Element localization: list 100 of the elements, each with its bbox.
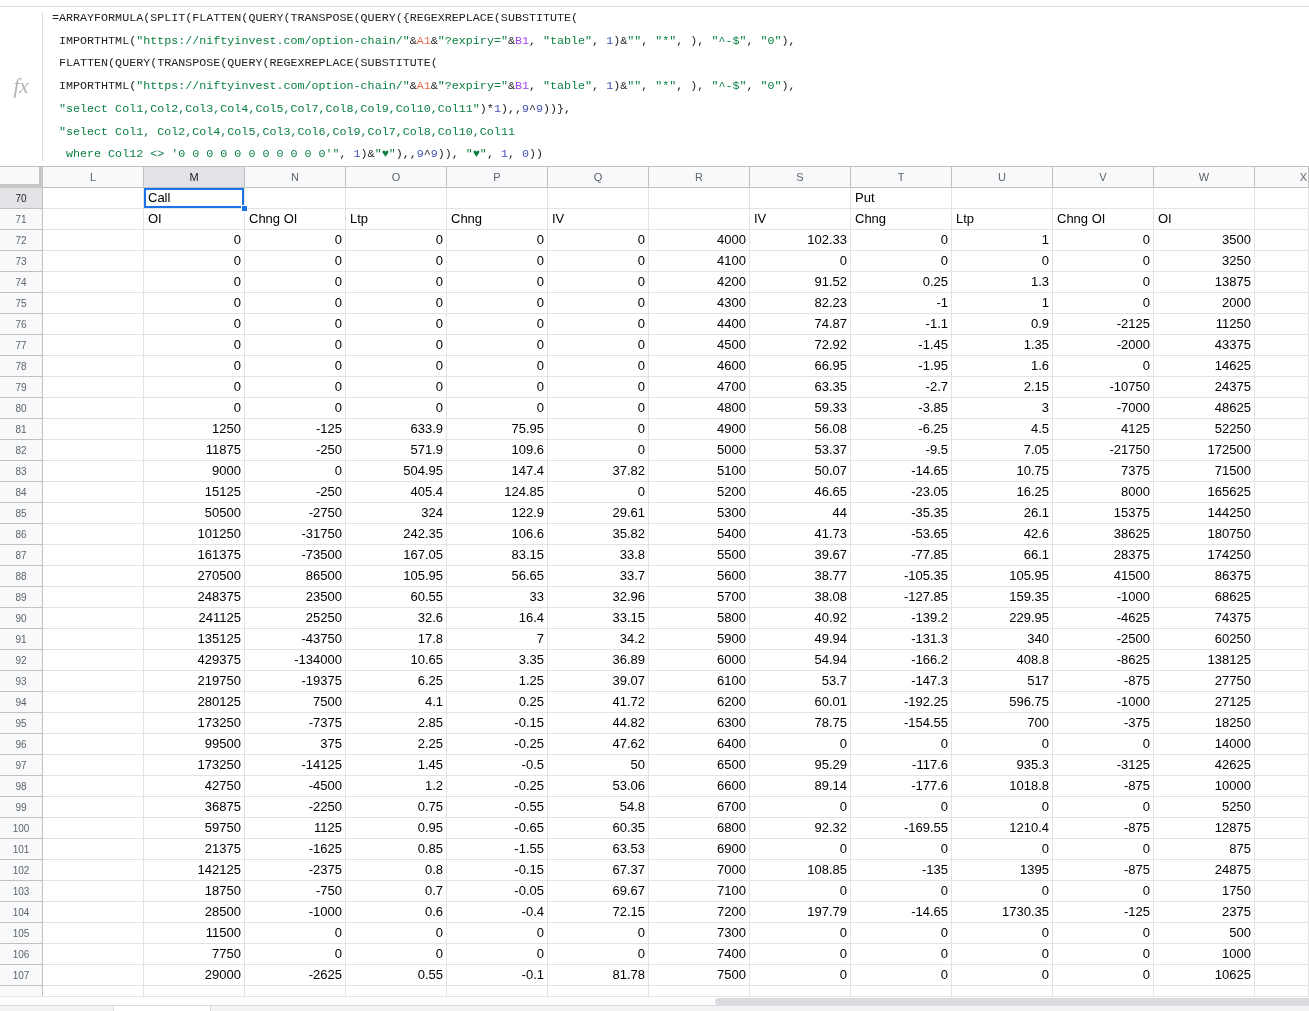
table-cell: -1.45 bbox=[851, 335, 952, 356]
row-header[interactable]: 98 bbox=[0, 776, 43, 797]
row-header[interactable]: 89 bbox=[0, 587, 43, 608]
table-cell: 89.14 bbox=[750, 776, 851, 797]
row-header[interactable]: 96 bbox=[0, 734, 43, 755]
column-header[interactable]: T bbox=[851, 167, 952, 188]
row-header[interactable]: 107 bbox=[0, 965, 43, 986]
select-all-corner[interactable] bbox=[0, 167, 43, 188]
row-header[interactable] bbox=[0, 986, 43, 996]
row-header[interactable]: 99 bbox=[0, 797, 43, 818]
table-cell: 95.29 bbox=[750, 755, 851, 776]
column-header[interactable]: M bbox=[144, 167, 245, 188]
table-cell: -154.55 bbox=[851, 713, 952, 734]
table-cell: -0.4 bbox=[447, 902, 548, 923]
row-header[interactable]: 94 bbox=[0, 692, 43, 713]
row-header[interactable]: 92 bbox=[0, 650, 43, 671]
table-cell: 5800 bbox=[649, 608, 750, 629]
table-cell: 4500 bbox=[649, 335, 750, 356]
row-header[interactable]: 84 bbox=[0, 482, 43, 503]
row-header[interactable]: 76 bbox=[0, 314, 43, 335]
row-header[interactable]: 105 bbox=[0, 923, 43, 944]
table-cell: 1125 bbox=[245, 818, 346, 839]
table-cell: -77.85 bbox=[851, 545, 952, 566]
table-cell: 0 bbox=[447, 356, 548, 377]
row-header[interactable]: 95 bbox=[0, 713, 43, 734]
column-header[interactable]: R bbox=[649, 167, 750, 188]
row-header[interactable]: 73 bbox=[0, 251, 43, 272]
row-header[interactable]: 77 bbox=[0, 335, 43, 356]
row-header[interactable]: 86 bbox=[0, 524, 43, 545]
sheet-tab[interactable] bbox=[113, 1006, 211, 1011]
table-cell: 173250 bbox=[144, 755, 245, 776]
row-header[interactable]: 93 bbox=[0, 671, 43, 692]
column-header[interactable]: U bbox=[952, 167, 1053, 188]
row-header[interactable]: 85 bbox=[0, 503, 43, 524]
table-cell: 0 bbox=[144, 398, 245, 419]
table-cell: 0 bbox=[548, 377, 649, 398]
row-header[interactable]: 104 bbox=[0, 902, 43, 923]
table-cell: 21375 bbox=[144, 839, 245, 860]
column-header[interactable]: S bbox=[750, 167, 851, 188]
table-cell: 0.25 bbox=[851, 272, 952, 293]
row-header[interactable]: 100 bbox=[0, 818, 43, 839]
column-header[interactable]: P bbox=[447, 167, 548, 188]
row-header[interactable]: 75 bbox=[0, 293, 43, 314]
table-cell: 0 bbox=[144, 335, 245, 356]
table-cell: 8000 bbox=[1053, 482, 1154, 503]
row-header[interactable]: 82 bbox=[0, 440, 43, 461]
table-cell: 0 bbox=[952, 944, 1053, 965]
table-cell: -0.05 bbox=[447, 881, 548, 902]
table-cell: 86375 bbox=[1154, 566, 1255, 587]
table-cell: 49.94 bbox=[750, 629, 851, 650]
row-header[interactable]: 79 bbox=[0, 377, 43, 398]
table-cell: -0.1 bbox=[447, 965, 548, 986]
table-cell: -1.1 bbox=[851, 314, 952, 335]
row-header[interactable]: 83 bbox=[0, 461, 43, 482]
column-header[interactable]: N bbox=[245, 167, 346, 188]
column-header[interactable]: O bbox=[346, 167, 447, 188]
row-header[interactable]: 103 bbox=[0, 881, 43, 902]
column-header[interactable]: W bbox=[1154, 167, 1255, 188]
table-cell: 0 bbox=[851, 230, 952, 251]
row-header[interactable]: 80 bbox=[0, 398, 43, 419]
table-cell: -125 bbox=[1053, 902, 1154, 923]
row-header[interactable]: 101 bbox=[0, 839, 43, 860]
row-header[interactable]: 71 bbox=[0, 209, 43, 230]
scrollbar-thumb[interactable] bbox=[715, 997, 1309, 1005]
table-cell: -21750 bbox=[1053, 440, 1154, 461]
column-header[interactable]: X bbox=[1255, 167, 1309, 188]
table-cell: 0 bbox=[851, 944, 952, 965]
empty-cell bbox=[1255, 776, 1309, 797]
row-header[interactable]: 87 bbox=[0, 545, 43, 566]
table-cell: 1000 bbox=[1154, 944, 1255, 965]
row-header[interactable]: 72 bbox=[0, 230, 43, 251]
row-header[interactable]: 102 bbox=[0, 860, 43, 881]
table-cell: 99500 bbox=[144, 734, 245, 755]
column-header[interactable]: Q bbox=[548, 167, 649, 188]
row-header[interactable]: 78 bbox=[0, 356, 43, 377]
row-header[interactable]: 81 bbox=[0, 419, 43, 440]
row-header[interactable]: 88 bbox=[0, 566, 43, 587]
column-header[interactable]: L bbox=[43, 167, 144, 188]
table-cell: 0 bbox=[851, 965, 952, 986]
row-header[interactable]: 97 bbox=[0, 755, 43, 776]
table-cell: 5200 bbox=[649, 482, 750, 503]
table-cell: 340 bbox=[952, 629, 1053, 650]
row-header[interactable]: 90 bbox=[0, 608, 43, 629]
empty-cell bbox=[1255, 482, 1309, 503]
row-header[interactable]: 106 bbox=[0, 944, 43, 965]
table-cell: -2500 bbox=[1053, 629, 1154, 650]
table-cell: Ltp bbox=[346, 209, 447, 230]
table-cell: 24375 bbox=[1154, 377, 1255, 398]
row-header[interactable]: 91 bbox=[0, 629, 43, 650]
column-header[interactable]: V bbox=[1053, 167, 1154, 188]
table-cell: 0 bbox=[548, 251, 649, 272]
fill-handle[interactable] bbox=[241, 205, 248, 212]
table-cell: -6.25 bbox=[851, 419, 952, 440]
table-cell: 2000 bbox=[1154, 293, 1255, 314]
table-cell: 0 bbox=[447, 398, 548, 419]
row-header[interactable]: 74 bbox=[0, 272, 43, 293]
row-header[interactable]: 70 bbox=[0, 188, 43, 209]
table-cell: -4500 bbox=[245, 776, 346, 797]
table-cell: -2000 bbox=[1053, 335, 1154, 356]
table-cell: -4625 bbox=[1053, 608, 1154, 629]
